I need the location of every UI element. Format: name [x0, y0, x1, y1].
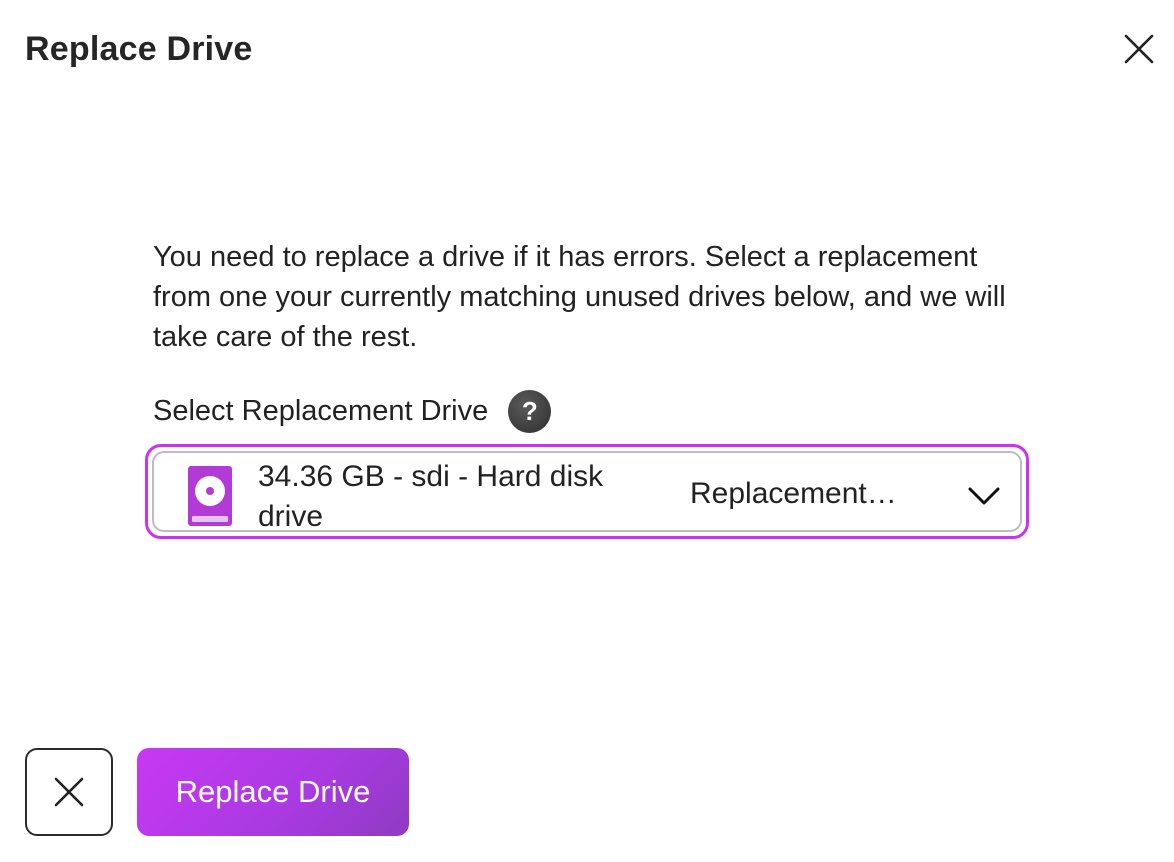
replacement-drive-select-focus-ring: 34.36 GB - sdi - Hard disk drive Replace… [145, 444, 1029, 539]
replace-drive-button[interactable]: Replace Drive [137, 748, 409, 836]
drive-status-text: Replacement… [690, 477, 897, 510]
replace-drive-dialog: Replace Drive You need to replace a driv… [0, 0, 1174, 862]
cancel-button[interactable] [25, 748, 113, 836]
dialog-description: You need to replace a drive if it has er… [153, 241, 1006, 353]
selected-drive-option: 34.36 GB - sdi - Hard disk drive [258, 460, 604, 533]
dialog-title: Replace Drive [25, 30, 253, 68]
hard-disk-drive-icon [188, 466, 232, 526]
close-dialog-button[interactable] [1118, 28, 1160, 70]
select-replacement-drive-label: Select Replacement Drive [153, 395, 489, 427]
replacement-drive-select[interactable]: 34.36 GB - sdi - Hard disk drive Replace… [152, 451, 1022, 533]
field-label-row: Select Replacement Drive ? [153, 390, 552, 433]
close-icon [1124, 34, 1154, 64]
close-icon [54, 777, 84, 807]
chevron-down-icon[interactable] [966, 481, 1002, 509]
question-mark-icon[interactable]: ? [508, 390, 552, 433]
